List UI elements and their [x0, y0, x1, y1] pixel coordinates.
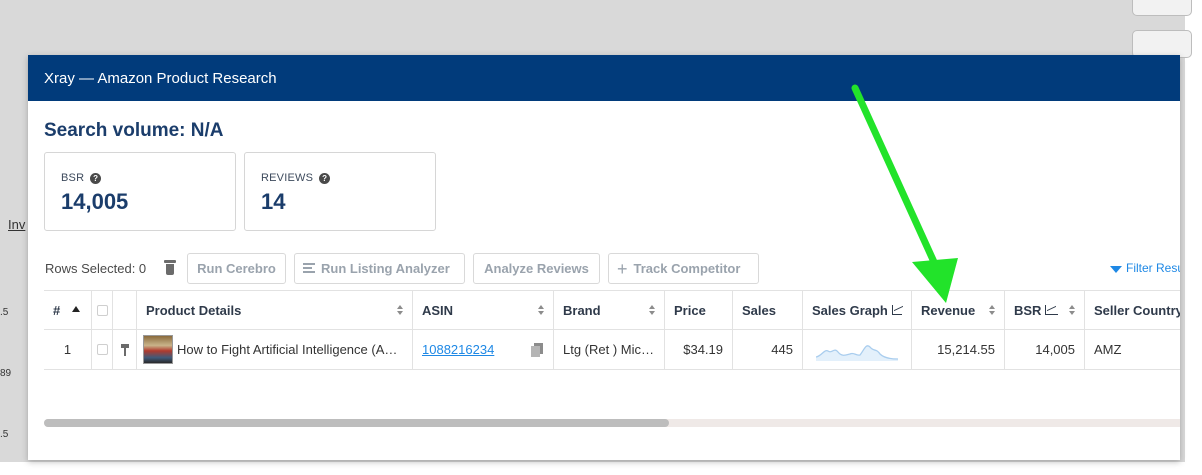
background-number: 89	[0, 368, 12, 379]
run-cerebro-label: Run Cerebro	[197, 261, 276, 276]
column-header-revenue[interactable]: Revenue	[912, 291, 1005, 329]
background-number: .5	[0, 307, 9, 318]
column-header-product-details[interactable]: Product Details	[137, 291, 413, 329]
bsr-label-text: BSR	[61, 172, 85, 184]
column-header-sales-label: Sales	[742, 302, 776, 318]
horizontal-scrollbar[interactable]	[44, 419, 1180, 427]
toolbar: Rows Selected: 0 Run Cerebro Run Listing…	[28, 251, 1180, 287]
price-cell: $34.19	[665, 330, 733, 369]
column-header-brand-label: Brand	[563, 302, 601, 318]
product-details-cell[interactable]: How to Fight Artificial Intelligence (A…	[137, 330, 413, 369]
background-button	[1132, 0, 1192, 16]
row-number: 1	[44, 330, 92, 369]
analyze-reviews-label: Analyze Reviews	[484, 261, 589, 276]
modal-title: Xray — Amazon Product Research	[44, 69, 277, 87]
sort-icon	[649, 305, 656, 317]
scrollbar-thumb[interactable]	[44, 419, 669, 427]
filter-icon	[1110, 265, 1122, 273]
background-link: Inv	[8, 217, 26, 232]
sales-cell: 445	[733, 330, 803, 369]
column-header-price[interactable]: Price	[665, 291, 733, 329]
copy-icon[interactable]	[531, 343, 543, 357]
column-header-price-label: Price	[674, 302, 706, 318]
chart-icon	[891, 305, 902, 315]
column-header-seller-country-label: Seller Country	[1094, 302, 1180, 318]
help-icon[interactable]: ?	[319, 172, 331, 184]
modal-header: Xray — Amazon Product Research	[28, 55, 1180, 101]
column-header-number[interactable]: #	[44, 291, 92, 329]
run-listing-analyzer-label: Run Listing Analyzer	[321, 261, 450, 276]
rows-selected: Rows Selected: 0	[45, 261, 147, 276]
filter-results-label: Filter Resu	[1126, 261, 1180, 275]
reviews-label-text: REVIEWS	[261, 172, 314, 184]
table-row[interactable]: 1 How to Fight Artificial Intelligence (…	[44, 330, 1180, 370]
run-listing-analyzer-button[interactable]: Run Listing Analyzer	[294, 253, 465, 284]
column-header-sales[interactable]: Sales	[733, 291, 803, 329]
list-icon	[303, 263, 315, 274]
column-header-number-label: #	[53, 302, 61, 318]
column-header-asin[interactable]: ASIN	[413, 291, 554, 329]
table-header-row: # Product Details ASIN Brand Price Sales…	[44, 290, 1180, 330]
pin-icon	[120, 343, 129, 356]
column-header-sales-graph-label: Sales Graph	[812, 302, 888, 318]
background-button	[1132, 30, 1192, 58]
column-header-bsr-label: BSR	[1014, 302, 1042, 318]
search-volume: Search volume: N/A	[44, 120, 224, 141]
column-header-product-details-label: Product Details	[146, 302, 242, 318]
select-all-checkbox[interactable]	[92, 291, 113, 329]
trash-icon[interactable]	[164, 260, 176, 275]
sort-icon	[989, 305, 996, 317]
seller-country-cell: AMZ	[1094, 342, 1122, 357]
pin-button[interactable]	[113, 330, 137, 369]
column-header-asin-label: ASIN	[422, 302, 454, 318]
sales-sparkline	[816, 344, 898, 361]
product-title: How to Fight Artificial Intelligence (A…	[177, 342, 398, 357]
reviews-label: REVIEWS ?	[261, 172, 331, 184]
track-competitor-label: Track Competitor	[633, 261, 741, 276]
sort-icon	[1069, 305, 1076, 317]
column-header-brand[interactable]: Brand	[554, 291, 665, 329]
asin-link[interactable]: 1088216234	[422, 342, 494, 357]
sort-icon	[538, 305, 545, 317]
column-header-pin	[113, 291, 137, 329]
row-checkbox[interactable]	[92, 330, 113, 369]
revenue-cell: 15,214.55	[912, 330, 1005, 369]
chart-icon	[1045, 305, 1059, 315]
run-cerebro-button[interactable]: Run Cerebro	[187, 253, 286, 284]
background-number: .5	[0, 429, 9, 440]
sales-graph-cell[interactable]	[803, 330, 912, 369]
bsr-value: 14,005	[61, 189, 129, 214]
brand-cell: Ltg (Ret ) Mic…	[554, 330, 665, 369]
help-icon[interactable]: ?	[90, 172, 102, 184]
filter-results-link[interactable]: Filter Resu	[1110, 261, 1180, 275]
bsr-card: BSR ? 14,005	[44, 152, 236, 231]
track-competitor-button[interactable]: + Track Competitor	[608, 253, 759, 284]
checkbox-icon	[96, 304, 108, 316]
column-header-revenue-label: Revenue	[921, 302, 976, 318]
analyze-reviews-button[interactable]: Analyze Reviews	[473, 253, 600, 284]
plus-icon: +	[617, 258, 628, 279]
results-table: # Product Details ASIN Brand Price Sales…	[44, 290, 1180, 370]
sort-icon	[397, 305, 404, 317]
bsr-label: BSR ?	[61, 172, 102, 184]
asin-cell: 1088216234	[413, 330, 554, 369]
column-header-seller-country[interactable]: Seller Country	[1085, 291, 1180, 329]
sort-ascending-icon	[72, 306, 80, 312]
product-thumbnail	[143, 335, 173, 364]
column-header-sales-graph[interactable]: Sales Graph	[803, 291, 912, 329]
reviews-card: REVIEWS ? 14	[244, 152, 436, 231]
reviews-value: 14	[261, 189, 286, 214]
checkbox-icon	[96, 344, 108, 355]
bsr-cell: 14,005	[1005, 330, 1085, 369]
column-header-bsr[interactable]: BSR	[1005, 291, 1085, 329]
xray-modal: Xray — Amazon Product Research Search vo…	[28, 55, 1180, 460]
